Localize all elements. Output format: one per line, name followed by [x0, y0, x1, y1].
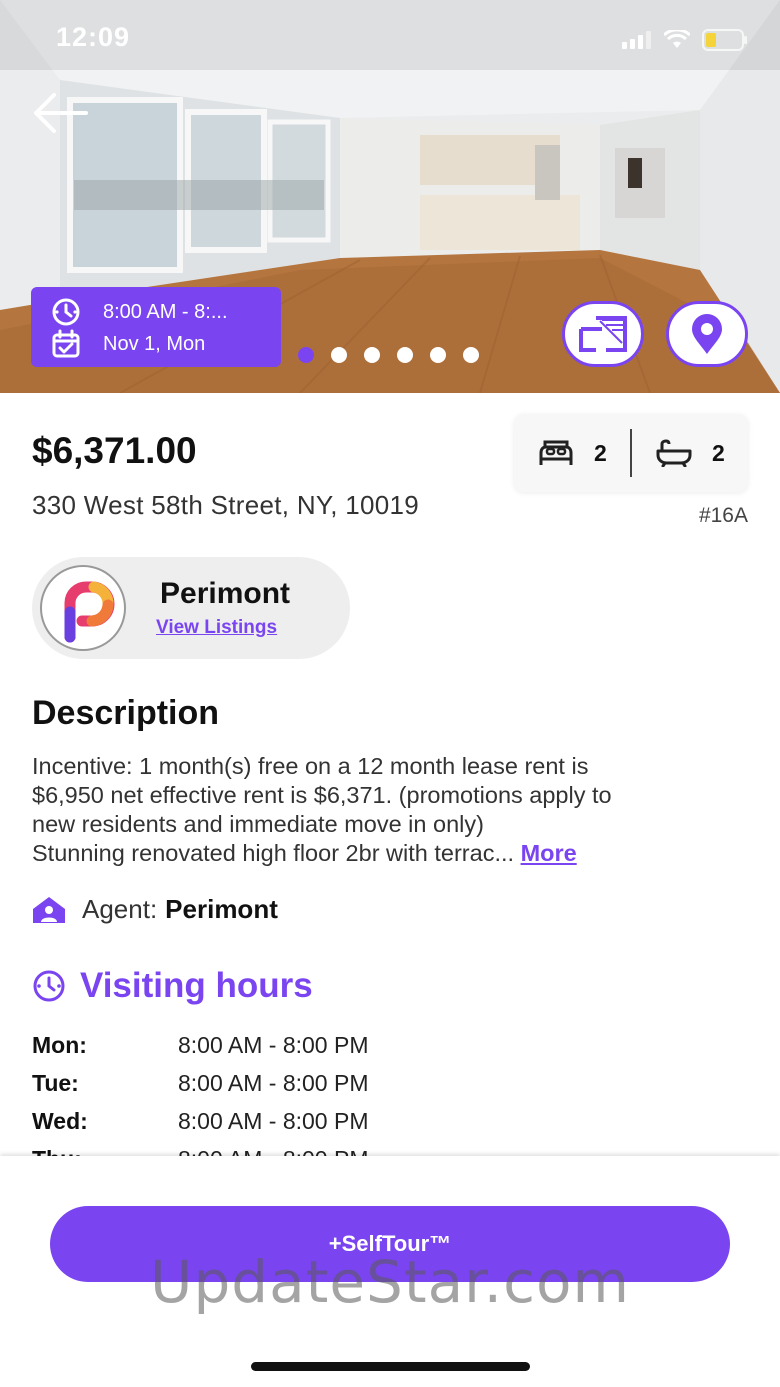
hours-day: Thu:	[32, 1146, 178, 1157]
map-pin-icon	[692, 314, 722, 354]
cellular-signal-icon	[622, 31, 651, 49]
bathrooms-value: 2	[712, 439, 725, 466]
clock-icon	[52, 298, 80, 326]
status-icons	[622, 29, 748, 51]
agent-row: Agent: Perimont	[32, 894, 278, 925]
status-time: 12:09	[56, 22, 131, 52]
page-dot[interactable]	[364, 347, 380, 363]
hours-row: Thu: 8:00 AM - 8:00 PM	[32, 1140, 532, 1157]
agency-name: Perimont	[160, 577, 291, 610]
map-location-button[interactable]	[666, 301, 748, 367]
hours-day: Mon:	[32, 1031, 87, 1058]
back-button[interactable]	[30, 90, 90, 136]
hours-day: Tue:	[32, 1069, 79, 1096]
agent-label: Agent:	[82, 894, 158, 924]
home-indicator[interactable]	[251, 1362, 530, 1371]
bedrooms-value: 2	[594, 439, 607, 466]
hours-time: 8:00 AM - 8:00 PM	[178, 1031, 369, 1058]
view-listings-link[interactable]: View Listings	[156, 617, 277, 639]
bedrooms-count: 2	[514, 439, 630, 467]
gallery-page-indicator[interactable]	[298, 347, 479, 363]
listing-photo-gallery[interactable]: 12:09 8:00 AM - 8:... Nov 1, Mon	[0, 0, 780, 393]
calendar-check-icon	[52, 329, 80, 358]
rooms-summary: 2 2	[514, 414, 748, 492]
more-link[interactable]: More	[521, 840, 577, 866]
hours-time: 8:00 AM - 8:00 PM	[178, 1107, 369, 1134]
visiting-hours-title: Visiting hours	[80, 966, 313, 1005]
showing-schedule-badge[interactable]: 8:00 AM - 8:... Nov 1, Mon	[31, 287, 281, 367]
visiting-hours-table: Mon: 8:00 AM - 8:00 PM Tue: 8:00 AM - 8:…	[32, 1026, 532, 1157]
schedule-date: Nov 1, Mon	[103, 332, 206, 355]
agent-name: Perimont	[165, 894, 278, 924]
floorplan-button[interactable]	[562, 301, 644, 367]
page-dot[interactable]	[463, 347, 479, 363]
hours-row: Wed: 8:00 AM - 8:00 PM	[32, 1102, 532, 1140]
listing-price: $6,371.00	[32, 430, 197, 471]
description-line: Stunning renovated high floor 2br with t…	[32, 840, 515, 866]
wifi-icon	[664, 30, 690, 48]
bathrooms-count: 2	[632, 439, 748, 467]
perimont-logo-icon	[64, 581, 115, 643]
bottom-action-bar: +SelfTour™ UpdateStar.com	[0, 1156, 780, 1387]
hours-row: Mon: 8:00 AM - 8:00 PM	[32, 1026, 532, 1064]
watermark: UpdateStar.com	[150, 1248, 630, 1316]
agency-logo	[40, 565, 126, 651]
page-dot[interactable]	[331, 347, 347, 363]
description-text: Incentive: 1 month(s) free on a 12 month…	[32, 752, 752, 868]
clock-icon	[33, 970, 65, 1002]
page-dot[interactable]	[397, 347, 413, 363]
hours-day: Wed:	[32, 1107, 88, 1134]
agent-house-icon	[33, 896, 65, 923]
page-dot[interactable]	[298, 347, 314, 363]
bed-icon	[539, 440, 573, 465]
description-line-last: Stunning renovated high floor 2br with t…	[32, 839, 752, 868]
visiting-hours-heading: Visiting hours	[32, 966, 313, 1006]
agency-card[interactable]: Perimont View Listings	[32, 557, 350, 659]
description-line: new residents and immediate move in only…	[32, 811, 484, 837]
unit-number: #16A	[698, 504, 748, 527]
hours-time: 8:00 AM - 8:00 PM	[178, 1069, 369, 1096]
listing-address: 330 West 58th Street, NY, 10019	[32, 490, 420, 520]
arrow-left-icon	[34, 93, 88, 133]
status-bar: 12:09	[0, 0, 780, 80]
description-heading: Description	[32, 694, 220, 732]
hours-row: Tue: 8:00 AM - 8:00 PM	[32, 1064, 532, 1102]
bathtub-icon	[656, 439, 692, 467]
schedule-time: 8:00 AM - 8:...	[103, 300, 228, 323]
floorplan-icon	[579, 316, 627, 352]
battery-icon	[702, 29, 747, 51]
page-dot[interactable]	[430, 347, 446, 363]
description-line: $6,950 net effective rent is $6,371. (pr…	[32, 782, 612, 808]
description-line: Incentive: 1 month(s) free on a 12 month…	[32, 753, 589, 779]
hours-time: 8:00 AM - 8:00 PM	[178, 1146, 368, 1157]
